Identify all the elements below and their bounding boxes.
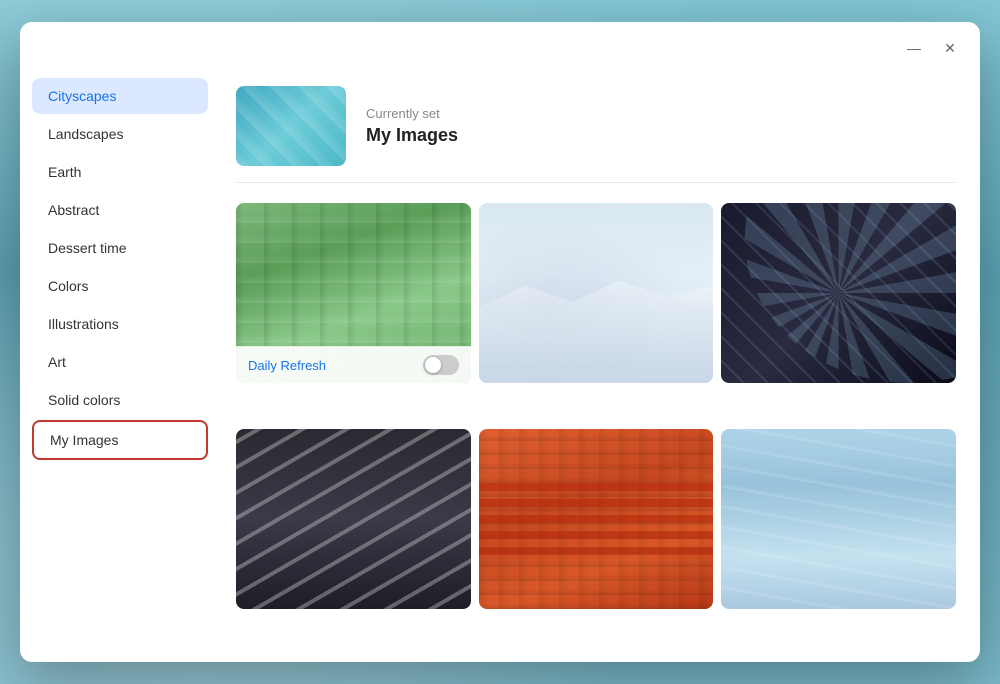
grid-item-3[interactable] xyxy=(721,203,956,383)
right-panel: Currently set My Images Daily Refresh xyxy=(220,70,980,662)
current-info: Currently set My Images xyxy=(366,106,458,146)
wallpaper-thumbnail-4 xyxy=(236,429,471,609)
grid-item-1[interactable]: Daily Refresh xyxy=(236,203,471,383)
sidebar-item-dessert-time[interactable]: Dessert time xyxy=(32,230,208,266)
daily-refresh-toggle[interactable] xyxy=(423,355,459,375)
sidebar-item-landscapes[interactable]: Landscapes xyxy=(32,116,208,152)
current-image xyxy=(236,86,346,166)
currently-set-section: Currently set My Images xyxy=(236,86,956,183)
sidebar-item-cityscapes[interactable]: Cityscapes xyxy=(32,78,208,114)
grid-item-5[interactable] xyxy=(479,429,714,609)
wallpaper-thumbnail-2 xyxy=(479,203,714,383)
sidebar-item-my-images[interactable]: My Images xyxy=(32,420,208,460)
sidebar-item-colors[interactable]: Colors xyxy=(32,268,208,304)
current-name: My Images xyxy=(366,125,458,146)
sidebar-item-solid-colors[interactable]: Solid colors xyxy=(32,382,208,418)
minimize-button[interactable]: — xyxy=(900,34,928,62)
grid-item-6[interactable] xyxy=(721,429,956,609)
current-label: Currently set xyxy=(366,106,458,121)
current-thumbnail xyxy=(236,86,346,166)
wallpaper-thumbnail-3 xyxy=(721,203,956,383)
daily-refresh-label: Daily Refresh xyxy=(248,358,326,373)
wallpaper-thumbnail-6 xyxy=(721,429,956,609)
wallpaper-thumbnail-5 xyxy=(479,429,714,609)
main-content: Cityscapes Landscapes Earth Abstract Des… xyxy=(20,70,980,662)
sidebar-item-art[interactable]: Art xyxy=(32,344,208,380)
sidebar-item-earth[interactable]: Earth xyxy=(32,154,208,190)
sidebar: Cityscapes Landscapes Earth Abstract Des… xyxy=(20,70,220,662)
settings-window: — ✕ Cityscapes Landscapes Earth Abstract… xyxy=(20,22,980,662)
grid-item-2[interactable] xyxy=(479,203,714,383)
title-bar: — ✕ xyxy=(20,22,980,70)
daily-refresh-overlay: Daily Refresh xyxy=(236,346,471,383)
grid-item-4[interactable] xyxy=(236,429,471,609)
sidebar-item-abstract[interactable]: Abstract xyxy=(32,192,208,228)
image-grid: Daily Refresh xyxy=(236,203,956,646)
close-button[interactable]: ✕ xyxy=(936,34,964,62)
sidebar-item-illustrations[interactable]: Illustrations xyxy=(32,306,208,342)
